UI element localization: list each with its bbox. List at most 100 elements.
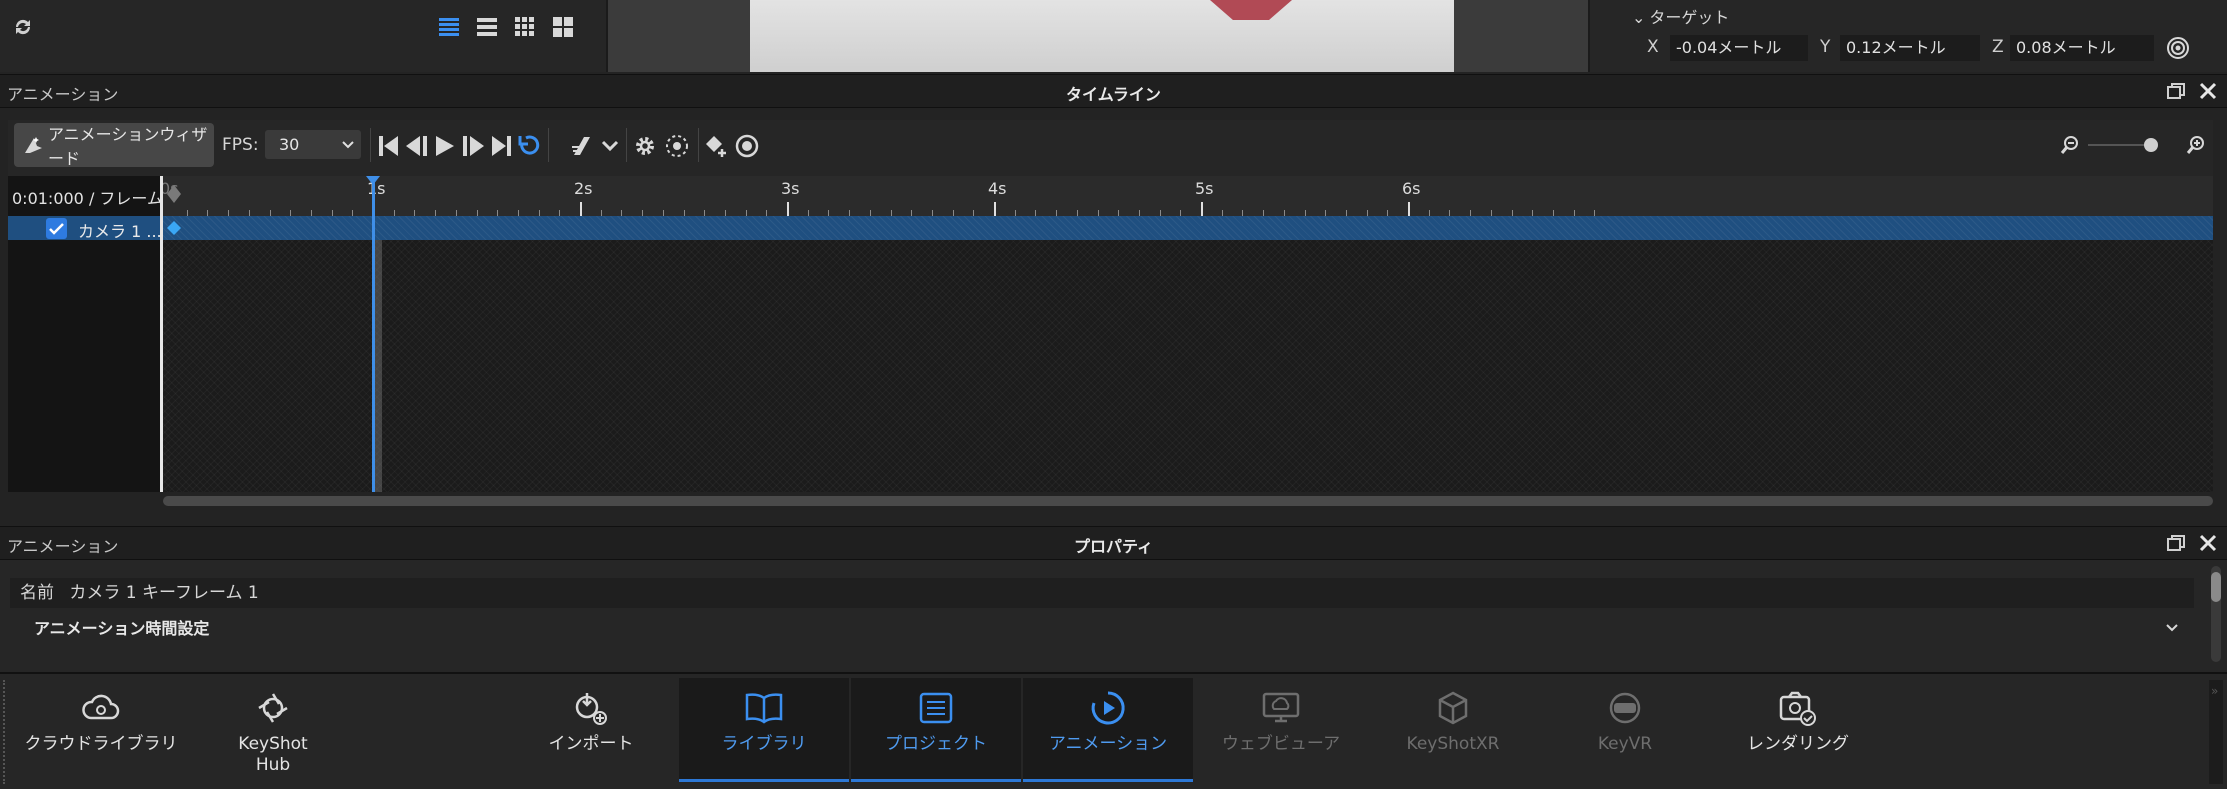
refresh-icon[interactable] [12, 16, 34, 38]
motion-blur-icon[interactable] [570, 133, 596, 159]
zoom-out-icon[interactable] [2060, 135, 2080, 155]
render-viewport[interactable] [606, 0, 1588, 72]
chevron-down-icon: ⌄ [1632, 8, 1646, 27]
toolbar-divider [698, 128, 699, 162]
gear-selection-icon[interactable] [664, 133, 690, 159]
fps-value: 30 [279, 135, 300, 154]
track-name: カメラ 1 ... [78, 222, 162, 241]
playhead-handle[interactable] [366, 176, 380, 186]
ribbon-label: KeyVR [1597, 734, 1653, 754]
loop-icon[interactable] [516, 133, 542, 159]
timeline-area[interactable]: 0:01:000 / フレーム 3 0s 1s 2s 3s 4s 5s 6s カメラ 1 .… [8, 176, 2213, 492]
undock-icon[interactable] [2167, 82, 2185, 100]
keyvr-button[interactable]: KeyVR [1540, 678, 1710, 782]
render-icon [1778, 688, 1818, 728]
close-icon[interactable] [2199, 82, 2217, 100]
target-header[interactable]: ⌄ ターゲット [1632, 4, 1729, 28]
ribbon-label: アニメーション [1048, 734, 1168, 754]
track-row[interactable]: カメラ 1 ... [8, 216, 162, 241]
play-icon[interactable] [432, 133, 458, 159]
properties-scrollbar[interactable] [2211, 566, 2221, 662]
y-label: Y [1820, 37, 1831, 57]
ribbon-label: KeyShotXR [1406, 734, 1500, 754]
ribbon-label: プロジェクト [885, 734, 987, 754]
x-field[interactable]: -0.04メートル [1670, 35, 1808, 61]
wizard-label: アニメーションウィザード [48, 125, 208, 168]
animation-time-settings-section[interactable]: アニメーション時間設定 [10, 612, 2194, 646]
fps-select[interactable]: 30 [265, 130, 361, 159]
ruler-label: 2s [574, 179, 593, 198]
library-button[interactable]: ライブラリ [679, 678, 849, 782]
grid-small-icon[interactable] [514, 16, 536, 38]
name-value[interactable]: カメラ 1 キーフレーム 1 [69, 583, 258, 603]
chevron-right-icon: » [2211, 684, 2219, 698]
fps-label: FPS: [222, 135, 259, 155]
panel-title: プロパティ [1073, 537, 1154, 556]
record-icon[interactable] [734, 133, 760, 159]
web-viewer-button[interactable]: ウェブビューア [1196, 678, 1366, 782]
render-image [750, 0, 1454, 72]
toolbar-divider [370, 128, 371, 162]
undock-icon[interactable] [2167, 534, 2185, 552]
chevron-down-icon[interactable] [2164, 620, 2180, 636]
gear-icon[interactable] [632, 133, 658, 159]
model-shape [1210, 0, 1292, 20]
animation-icon [1089, 688, 1127, 728]
properties-titlebar: アニメーション プロパティ [0, 526, 2227, 560]
x-label: X [1647, 37, 1659, 57]
list-icon[interactable] [476, 16, 498, 38]
scrollbar-thumb[interactable] [2211, 572, 2221, 602]
ribbon-label: ウェブビューア [1221, 734, 1341, 754]
animation-wizard-button[interactable]: アニメーションウィザード [14, 123, 214, 168]
close-icon[interactable] [2199, 534, 2217, 552]
wizard-icon [22, 134, 44, 156]
ribbon-label: レンダリング [1747, 734, 1849, 754]
bottom-ribbon: クラウドライブラリ KeyShot Hub インポート ライブラリ プロジェクト… [0, 672, 2227, 789]
chevron-down-icon[interactable] [600, 136, 620, 156]
ruler-label: 3s [781, 179, 800, 198]
project-button[interactable]: プロジェクト [851, 678, 1021, 782]
import-icon [571, 688, 611, 728]
playhead[interactable] [372, 176, 375, 492]
toolbar-divider [548, 128, 549, 162]
target-pick-icon[interactable] [2166, 36, 2190, 60]
track-checkbox[interactable] [46, 218, 67, 239]
track-bar[interactable] [160, 216, 2213, 240]
start-keyframe-handle[interactable] [165, 183, 183, 205]
ruler-second-tick [787, 202, 789, 216]
go-to-end-icon[interactable] [488, 133, 514, 159]
list-detail-icon[interactable] [438, 16, 460, 38]
import-button[interactable]: インポート [506, 678, 676, 782]
timeline-grid[interactable] [160, 216, 2213, 492]
ruler-label: 6s [1402, 179, 1421, 198]
next-frame-icon[interactable] [460, 133, 486, 159]
zoom-in-icon[interactable] [2186, 135, 2206, 155]
keyshot-hub-button[interactable]: KeyShot Hub [188, 678, 358, 782]
z-field[interactable]: 0.08メートル [2010, 35, 2154, 61]
library-toolbar [0, 0, 606, 72]
go-to-start-icon[interactable] [376, 133, 402, 159]
keyshot-hub-icon [255, 688, 291, 728]
ruler-second-tick [1408, 202, 1410, 216]
y-field[interactable]: 0.12メートル [1840, 35, 1980, 61]
keyshotxr-button[interactable]: KeyShotXR [1368, 678, 1538, 782]
project-icon [918, 688, 954, 728]
cloud-library-button[interactable]: クラウドライブラリ [16, 678, 186, 782]
keyframe-diamond[interactable] [166, 220, 182, 236]
time-ruler[interactable]: 0s 1s 2s 3s 4s 5s 6s [160, 176, 2213, 216]
library-icon [744, 688, 784, 728]
ribbon-label: クラウドライブラリ [24, 734, 178, 754]
ribbon-grip [3, 680, 5, 784]
name-row[interactable]: 名前 カメラ 1 キーフレーム 1 [10, 578, 2194, 608]
grid-large-icon[interactable] [552, 16, 574, 38]
previous-frame-icon[interactable] [404, 133, 430, 159]
cloud-library-icon [81, 688, 121, 728]
zoom-slider-handle[interactable] [2144, 138, 2158, 152]
add-keyframe-icon[interactable] [704, 133, 730, 159]
render-button[interactable]: レンダリング [1713, 678, 1883, 782]
ribbon-expand[interactable]: » [2209, 680, 2223, 784]
animation-button[interactable]: アニメーション [1023, 678, 1193, 782]
section-label: アニメーション時間設定 [34, 619, 210, 638]
target-panel: ⌄ ターゲット X -0.04メートル Y 0.12メートル Z 0.08メートル [1588, 0, 2227, 72]
timeline-scrollbar[interactable] [163, 496, 2213, 506]
